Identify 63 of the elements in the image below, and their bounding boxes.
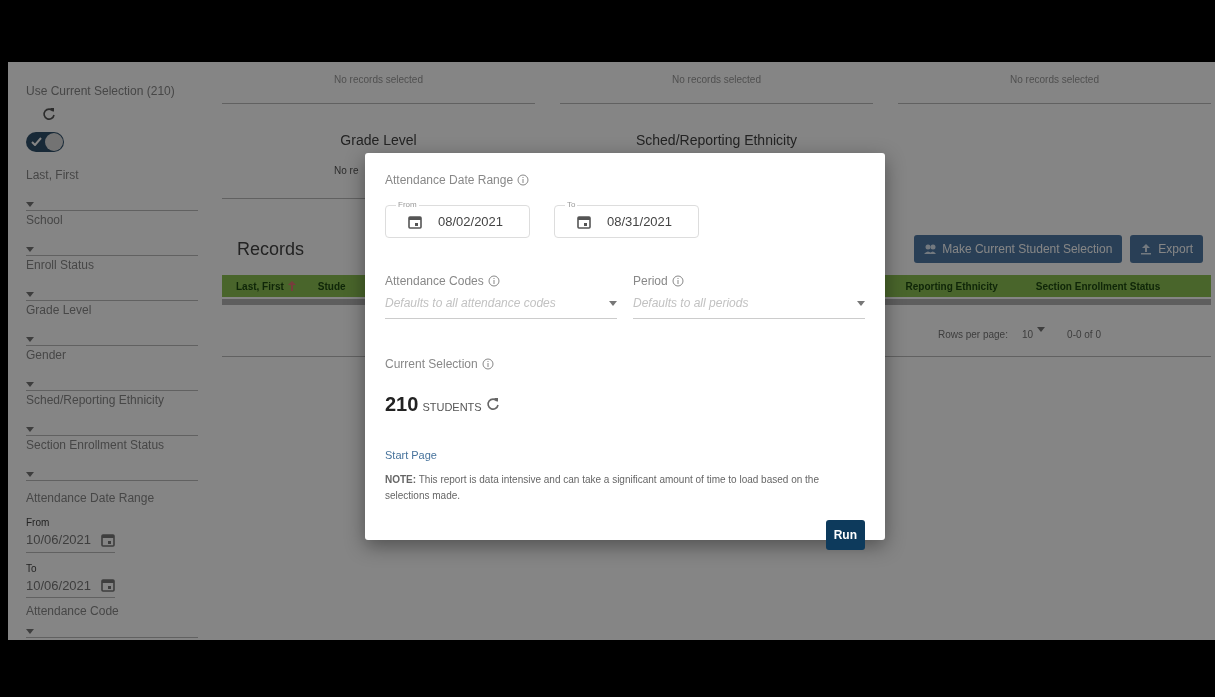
- note-text: NOTE: This report is data intensive and can take a significant amount of time to load based on the selections made.: [385, 473, 820, 503]
- select-field[interactable]: Defaults to all periods: [633, 290, 865, 319]
- select-field[interactable]: Enroll Status: [26, 256, 198, 301]
- select-field[interactable]: Gender: [26, 346, 198, 391]
- field-label: Current Selection: [385, 356, 478, 373]
- dropdown-caret-icon[interactable]: [26, 337, 34, 342]
- people-icon: [924, 243, 937, 255]
- dropdown-caret-icon[interactable]: [26, 427, 34, 432]
- refresh-icon[interactable]: [485, 397, 500, 411]
- dropdown-caret-icon[interactable]: [26, 629, 34, 634]
- calendar-icon[interactable]: [408, 214, 422, 229]
- page-range: 0-0 of 0: [1067, 328, 1101, 342]
- select-field[interactable]: Sched/Reporting Ethnicity: [26, 391, 198, 436]
- calendar-icon[interactable]: [101, 532, 116, 547]
- count-unit: STUDENTS: [422, 400, 482, 415]
- upload-icon: [1140, 243, 1153, 255]
- date-label: From: [26, 516, 51, 530]
- column-header[interactable]: Reporting Ethnicity: [905, 278, 998, 294]
- dropdown-caret-icon[interactable]: [26, 292, 34, 297]
- export-button[interactable]: Export: [1130, 235, 1203, 263]
- student-count: 210: [385, 392, 419, 417]
- date-range-label: Attendance Date Range: [26, 490, 156, 507]
- calendar-icon[interactable]: [577, 214, 591, 229]
- info-icon: [671, 275, 684, 287]
- group-title: Grade Level: [339, 131, 418, 150]
- column-header[interactable]: Section Enrollment Status: [1035, 278, 1161, 294]
- group-title: Sched/Reporting Ethnicity: [634, 131, 799, 150]
- date-field[interactable]: 10/06/2021: [26, 575, 116, 598]
- date-field[interactable]: 10/06/2021: [26, 530, 116, 553]
- select-field[interactable]: Last, First: [26, 166, 198, 211]
- dropdown-caret-icon[interactable]: [26, 247, 34, 252]
- select-field[interactable]: Grade Level: [26, 301, 198, 346]
- calendar-icon[interactable]: [101, 578, 116, 593]
- column-header[interactable]: Last, First: [236, 278, 296, 294]
- info-icon: [481, 358, 494, 370]
- select-field[interactable]: School: [26, 211, 198, 256]
- check-icon: [31, 137, 42, 146]
- dropdown-caret-icon[interactable]: [26, 472, 34, 477]
- use-selection-label: Use Current Selection (210): [26, 83, 176, 100]
- toggle-switch[interactable]: [26, 132, 64, 152]
- records-title: Records: [237, 237, 305, 261]
- rows-per-page-select[interactable]: 10: [1021, 327, 1046, 339]
- field-label: Attendance Codes: [385, 273, 484, 290]
- rows-per-page-label: Rows per page:: [937, 328, 1008, 342]
- selection-button[interactable]: Make Current Student Selection: [914, 235, 1123, 263]
- info-icon: [517, 174, 530, 186]
- dropdown-caret-icon[interactable]: [26, 202, 34, 207]
- dropdown-caret-icon[interactable]: [26, 382, 34, 387]
- dropdown-caret-icon[interactable]: [857, 300, 865, 306]
- field-label: Attendance Date Range: [385, 172, 514, 189]
- run-button[interactable]: Run: [825, 520, 865, 550]
- select-field[interactable]: Defaults to all attendance codes: [385, 290, 617, 319]
- selection-summary: No re: [333, 164, 360, 178]
- select-field[interactable]: Section Enrollment Status: [26, 436, 198, 481]
- info-icon: [487, 275, 500, 287]
- start-page-link[interactable]: Start Page: [385, 447, 437, 464]
- dropdown-caret-icon[interactable]: [609, 300, 617, 306]
- field-label: Period: [633, 273, 668, 290]
- dropdown-caret-icon[interactable]: [1037, 327, 1046, 332]
- column-header[interactable]: Stude: [317, 278, 346, 294]
- date-label: To: [26, 561, 38, 576]
- select-field[interactable]: Attendance Code: [26, 602, 198, 638]
- refresh-icon[interactable]: [42, 106, 56, 121]
